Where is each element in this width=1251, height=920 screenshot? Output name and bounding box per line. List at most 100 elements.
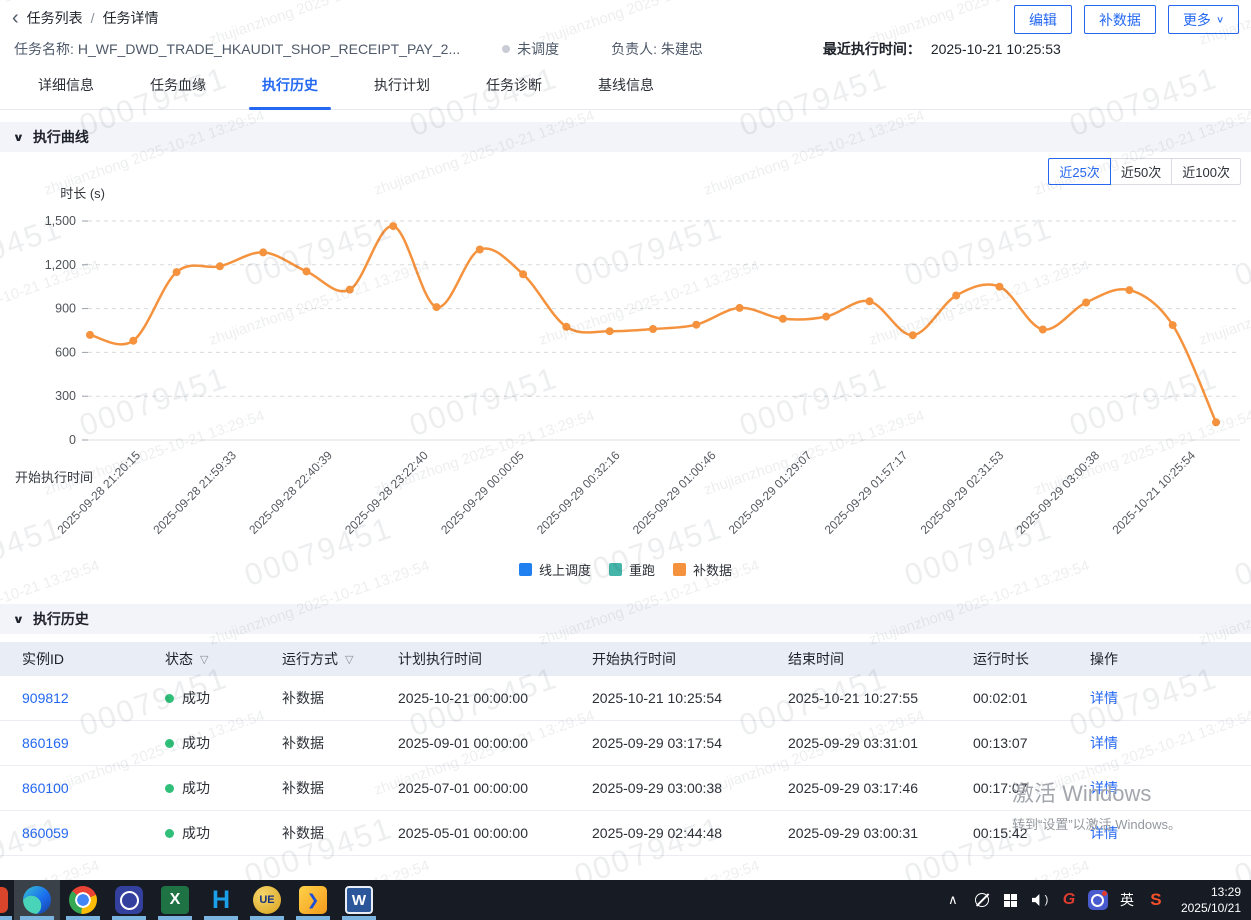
volume-icon[interactable] xyxy=(1030,890,1050,910)
legend-item-2[interactable]: 补数据 xyxy=(673,560,732,579)
range-last-25-button[interactable]: 近25次 xyxy=(1048,158,1110,185)
edit-button[interactable]: 编辑 xyxy=(1014,5,1072,34)
tab-exec-plan[interactable]: 执行计划 xyxy=(361,75,443,109)
svg-text:2025-09-28 23:22:40: 2025-09-28 23:22:40 xyxy=(342,448,431,537)
range-last-100-button[interactable]: 近100次 xyxy=(1171,158,1241,185)
range-last-50-button[interactable]: 近50次 xyxy=(1110,158,1172,185)
taskbar-app-chrome[interactable] xyxy=(60,880,106,920)
capture-icon[interactable] xyxy=(1088,890,1108,910)
svg-text:2025-09-29 00:32:16: 2025-09-29 00:32:16 xyxy=(534,448,623,537)
taskbar-app-excel[interactable]: X xyxy=(152,880,198,920)
tab-diagnosis[interactable]: 任务诊断 xyxy=(473,75,555,109)
network-glyph xyxy=(975,893,989,907)
watermark-user: zhujianzhong 2025-10-21 13:29:54 xyxy=(0,857,102,880)
duration-cell: 00:17:07 xyxy=(973,780,1090,796)
tab-baseline[interactable]: 基线信息 xyxy=(585,75,667,109)
app-window: ‹ 任务列表 / 任务详情 编辑 补数据 更多 ∨ 任务名称: H_WF_DWD… xyxy=(0,0,1251,920)
taskbar-app-ue[interactable]: UE xyxy=(244,880,290,920)
filter-funnel-icon[interactable]: ▽ xyxy=(345,653,353,666)
chrome-icon xyxy=(69,886,97,914)
column-header-label: 状态 xyxy=(165,649,193,669)
detail-link[interactable]: 详情 xyxy=(1090,733,1251,753)
ucompare-icon: ❯ xyxy=(299,886,327,914)
run-type-cell: 补数据 xyxy=(282,733,398,753)
success-dot-icon xyxy=(165,694,174,703)
chevron-up-icon[interactable] xyxy=(943,890,963,910)
column-header-3: 计划执行时间 xyxy=(398,649,592,669)
duration-cell: 00:02:01 xyxy=(973,690,1090,706)
clock-date: 2025/10/21 xyxy=(1181,900,1241,916)
range-button-group: 近25次近50次近100次 xyxy=(1049,158,1241,185)
history-section-title: 执行历史 xyxy=(33,609,89,629)
table-row: 860100成功补数据2025-07-01 00:00:002025-09-29… xyxy=(0,766,1251,811)
legend-label: 补数据 xyxy=(693,560,732,579)
tab-detail-info[interactable]: 详细信息 xyxy=(25,75,107,109)
start-time-cell: 2025-10-21 10:25:54 xyxy=(592,690,788,706)
sogou-icon[interactable] xyxy=(1146,890,1166,910)
taskbar-app-hbuilder[interactable]: H xyxy=(198,880,244,920)
tab-exec-history[interactable]: 执行历史 xyxy=(249,75,331,109)
watermark-user: zhujianzhong 2025-10-21 13:29:54 xyxy=(867,857,1092,880)
ime-icon[interactable]: 英 xyxy=(1117,890,1137,910)
g-app-icon[interactable] xyxy=(1059,890,1079,910)
more-button[interactable]: 更多 ∨ xyxy=(1168,5,1239,34)
instance-id-link[interactable]: 909812 xyxy=(22,690,165,706)
end-time-cell: 2025-09-29 03:31:01 xyxy=(788,735,973,751)
legend-label: 线上调度 xyxy=(539,560,591,579)
legend-item-0[interactable]: 线上调度 xyxy=(519,560,591,579)
backfill-button[interactable]: 补数据 xyxy=(1084,5,1156,34)
curve-section-title: 执行曲线 xyxy=(33,127,89,147)
filter-funnel-icon[interactable]: ▽ xyxy=(200,653,208,666)
network-icon[interactable] xyxy=(972,890,992,910)
legend-item-1[interactable]: 重跑 xyxy=(609,560,655,579)
taskbar-app-edge[interactable] xyxy=(14,880,60,920)
status-text: 成功 xyxy=(182,688,210,708)
svg-text:开始执行时间: 开始执行时间 xyxy=(15,470,93,485)
detail-link[interactable]: 详情 xyxy=(1090,823,1251,843)
collapse-chevron-icon[interactable]: ∨ xyxy=(13,613,25,626)
top-bar: ‹ 任务列表 / 任务详情 编辑 补数据 更多 ∨ xyxy=(0,0,1251,36)
svg-text:2025-09-29 00:00:05: 2025-09-29 00:00:05 xyxy=(438,448,527,537)
svg-text:600: 600 xyxy=(55,345,76,359)
tab-lineage[interactable]: 任务血缘 xyxy=(137,75,219,109)
instance-id-link[interactable]: 860100 xyxy=(22,780,165,796)
taskbar-clock[interactable]: 13:292025/10/21 xyxy=(1181,884,1241,916)
taskbar-app-word[interactable]: W xyxy=(336,880,382,920)
history-table: 实例ID状态▽运行方式▽计划执行时间开始执行时间结束时间运行时长操作909812… xyxy=(0,642,1251,856)
comm-icon xyxy=(115,886,143,914)
instance-id-link[interactable]: 860169 xyxy=(22,735,165,751)
collapse-chevron-icon[interactable]: ∨ xyxy=(13,131,25,144)
schedule-status-badge: 未调度 xyxy=(502,39,559,59)
partial-app-icon[interactable] xyxy=(0,880,14,920)
column-header-4: 开始执行时间 xyxy=(592,649,788,669)
svg-text:2025-09-29 03:00:38: 2025-09-29 03:00:38 xyxy=(1014,448,1103,537)
breadcrumb-task-list[interactable]: 任务列表 xyxy=(27,8,83,28)
svg-text:时长 (s): 时长 (s) xyxy=(60,186,105,201)
status-cell: 成功 xyxy=(165,688,282,708)
chart-legend: 线上调度重跑 补数据 xyxy=(0,560,1251,579)
watermark-user: zhujianzhong 2025-10-21 13:29:54 xyxy=(1197,857,1251,880)
success-dot-icon xyxy=(165,829,174,838)
table-header-row: 实例ID状态▽运行方式▽计划执行时间开始执行时间结束时间运行时长操作 xyxy=(0,642,1251,676)
owner-field: 负责人: 朱建忠 xyxy=(611,39,703,59)
legend-swatch-icon xyxy=(519,563,532,576)
svg-text:2025-09-29 01:29:07: 2025-09-29 01:29:07 xyxy=(726,448,815,537)
windows-icon[interactable] xyxy=(1001,890,1021,910)
taskbar-apps: XH UE ❯ W xyxy=(14,880,382,920)
execution-curve-chart[interactable]: 03006009001,2001,500时长 (s)开始执行时间2025-09-… xyxy=(0,182,1251,554)
back-chevron-icon[interactable]: ‹ xyxy=(12,11,19,25)
table-row: 860059成功补数据2025-05-01 00:00:002025-09-29… xyxy=(0,811,1251,856)
task-name-label: 任务名称: xyxy=(14,39,74,59)
svg-text:2025-09-29 02:31:53: 2025-09-29 02:31:53 xyxy=(918,448,1007,537)
ue-icon: UE xyxy=(253,886,281,914)
windows-glyph xyxy=(1004,894,1017,907)
windows-taskbar: XH UE ❯ W 英 13:292025/10/21 xyxy=(0,880,1251,920)
column-header-label: 计划执行时间 xyxy=(398,649,482,669)
detail-link[interactable]: 详情 xyxy=(1090,778,1251,798)
instance-id-link[interactable]: 860059 xyxy=(22,825,165,841)
task-info-row: 任务名称: H_WF_DWD_TRADE_HKAUDIT_SHOP_RECEIP… xyxy=(0,36,1251,62)
volume-glyph xyxy=(1032,894,1044,906)
taskbar-app-ucompare[interactable]: ❯ xyxy=(290,880,336,920)
detail-link[interactable]: 详情 xyxy=(1090,688,1251,708)
taskbar-app-comm[interactable] xyxy=(106,880,152,920)
